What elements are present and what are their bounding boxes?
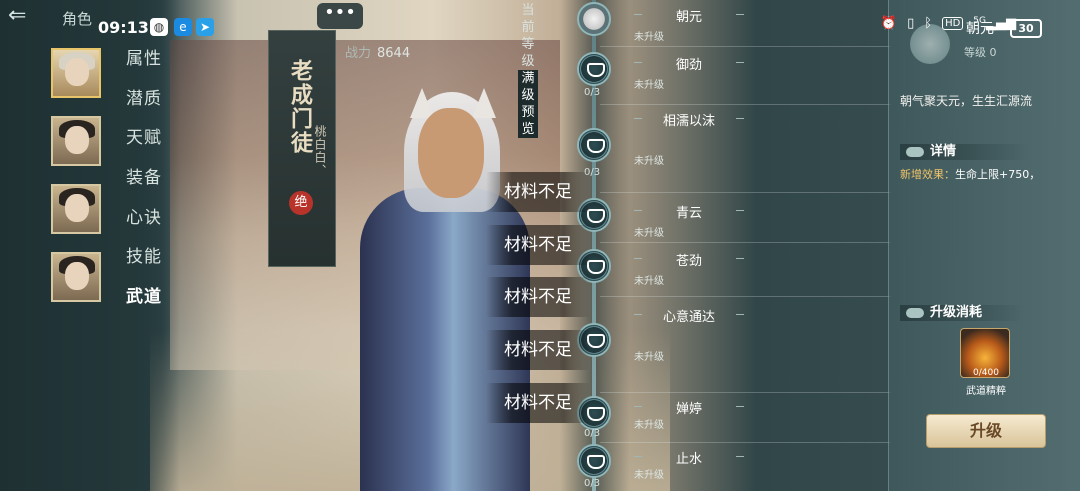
- toast-insufficient-material: 材料不足: [486, 225, 590, 265]
- node-count: 0/3: [584, 478, 601, 489]
- skill-name: 婵婷: [634, 398, 744, 417]
- skill-status: 未升级: [634, 80, 664, 91]
- alarm-icon: ⏰: [880, 16, 898, 31]
- back-arrow-icon[interactable]: ⇐: [8, 5, 46, 27]
- menu-item-talent[interactable]: 天赋: [126, 123, 162, 148]
- avatar-face: [65, 126, 89, 154]
- menu-item-skills[interactable]: 技能: [126, 242, 162, 267]
- upgrade-button[interactable]: 升级: [926, 414, 1046, 448]
- skill-node-xiangru[interactable]: [577, 128, 611, 162]
- hat-icon: [587, 139, 605, 153]
- node-count: 0/3: [584, 428, 601, 439]
- skill-name: 青云: [634, 202, 744, 221]
- item-count: 0/400: [973, 368, 999, 378]
- divider: [600, 296, 890, 297]
- app-icon: e: [174, 18, 192, 36]
- details-heading-label: 详情: [930, 144, 957, 159]
- hd-badge: HD: [942, 17, 964, 30]
- character-title: 老成门徒: [287, 59, 312, 155]
- character-title-banner: ••• 老成门徒 桃白白、 绝: [268, 3, 363, 267]
- skill-status: 未升级: [634, 228, 664, 239]
- telegram-icon: ➤: [196, 18, 214, 36]
- skill-status: 未升级: [634, 352, 664, 363]
- skill-status: 未升级: [634, 276, 664, 287]
- bluetooth-icon: ᛒ: [924, 16, 933, 31]
- avatar-character-4[interactable]: [51, 252, 101, 302]
- divider: [600, 104, 890, 105]
- detail-description: 朝气聚天元，生生汇源流: [900, 94, 1033, 108]
- skill-node-zhishui[interactable]: [577, 444, 611, 478]
- divider: [600, 242, 890, 243]
- avatar-face: [65, 58, 89, 86]
- menu-item-martial-way[interactable]: 武道: [126, 282, 162, 307]
- skill-name: 止水: [634, 448, 744, 467]
- status-time: 09:13: [98, 18, 149, 37]
- toast-insufficient-material: 材料不足: [486, 172, 590, 212]
- toast-insufficient-material: 材料不足: [486, 383, 590, 423]
- battery-indicator: 30: [1010, 19, 1042, 38]
- detail-effect: 新增效果：生命上限+750，: [900, 166, 1040, 182]
- skill-status: 未升级: [634, 420, 664, 431]
- status-bar: 09:13 ◍ e ➤ ⏰ ▯ ᛒ HD 5G▂▄▆ 30: [0, 0, 1080, 50]
- status-icons: ⏰ ▯ ᛒ HD 5G▂▄▆: [881, 16, 1016, 31]
- avatar-face: [65, 194, 89, 222]
- divider: [600, 192, 890, 193]
- toast-insufficient-material: 材料不足: [486, 330, 590, 370]
- skill-node-yujin[interactable]: [577, 52, 611, 86]
- node-count: 0/3: [584, 87, 601, 98]
- hat-icon: [587, 63, 605, 77]
- network-label: 5G: [973, 16, 986, 26]
- menu-item-mind-art[interactable]: 心诀: [126, 203, 162, 228]
- skill-name: 相濡以沫: [634, 110, 744, 129]
- character-subtitle: 桃白白、: [313, 125, 327, 177]
- skill-status: 未升级: [634, 470, 664, 481]
- avatar-character-1[interactable]: [51, 48, 101, 98]
- divider: [600, 392, 890, 393]
- cost-icon: [906, 308, 924, 318]
- cost-heading-label: 升级消耗: [930, 305, 983, 320]
- wechat-icon: ◍: [150, 18, 168, 36]
- page-title: 角色: [62, 10, 93, 28]
- item-name: 武道精粹: [966, 386, 1006, 397]
- skill-name: 心意通达: [634, 306, 744, 325]
- vibrate-icon: ▯: [907, 16, 915, 31]
- upgrade-cost-heading: 升级消耗: [900, 305, 1024, 321]
- avatar-character-3[interactable]: [51, 184, 101, 234]
- menu-item-equipment[interactable]: 装备: [126, 163, 162, 188]
- skill-name: 御劲: [634, 54, 744, 73]
- tab-max-level-preview[interactable]: 满级预览: [518, 70, 538, 138]
- effect-label: 新增效果：: [900, 168, 955, 181]
- toast-insufficient-material: 材料不足: [486, 277, 590, 317]
- skill-status: 未升级: [634, 156, 664, 167]
- avatar-face: [65, 262, 89, 290]
- effect-value: 生命上限+750，: [955, 168, 1041, 181]
- left-menu: 属性 潜质 天赋 装备 心诀 技能 武道: [0, 0, 180, 491]
- avatar-character-2[interactable]: [51, 116, 101, 166]
- divider: [600, 442, 890, 443]
- details-heading: 详情: [900, 144, 1030, 160]
- menu-item-potential[interactable]: 潜质: [126, 84, 162, 109]
- details-icon: [906, 147, 924, 157]
- rarity-seal: 绝: [289, 191, 313, 215]
- character-face: [418, 108, 484, 198]
- hat-icon: [587, 455, 605, 469]
- skill-name: 苍劲: [634, 250, 744, 269]
